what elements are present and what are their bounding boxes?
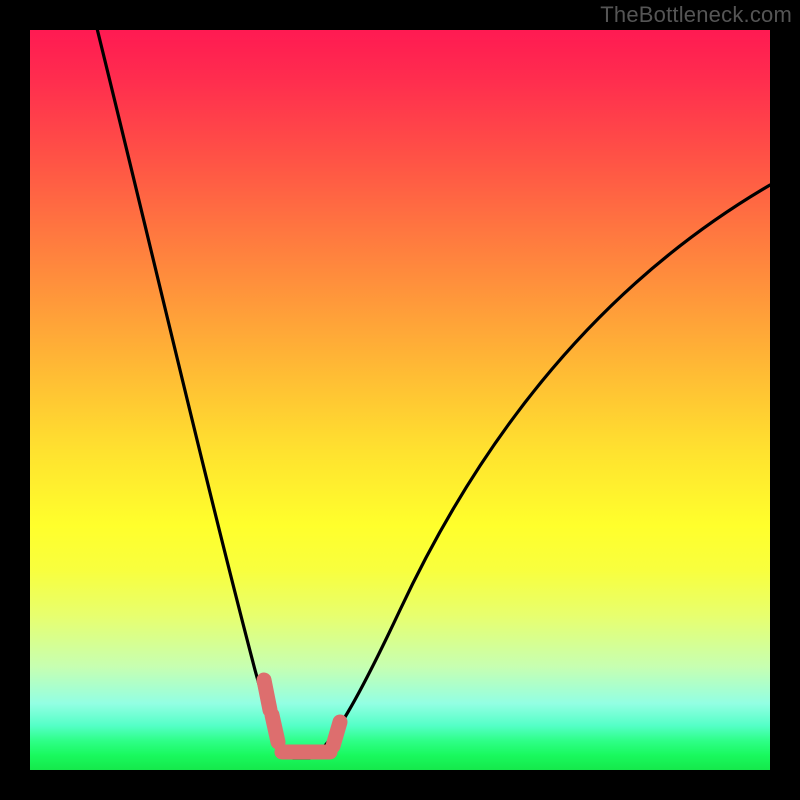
watermark-text: TheBottleneck.com <box>600 2 792 28</box>
plot-area <box>30 30 770 770</box>
chart-frame: TheBottleneck.com <box>0 0 800 800</box>
accent-highlight <box>264 680 340 752</box>
bottleneck-curve <box>85 30 770 758</box>
curve-layer <box>30 30 770 770</box>
